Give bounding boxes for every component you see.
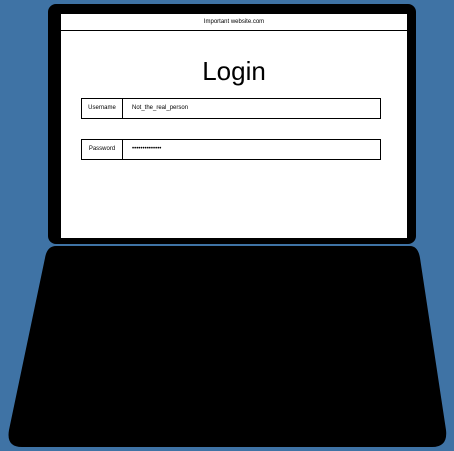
laptop-base [8, 246, 447, 447]
